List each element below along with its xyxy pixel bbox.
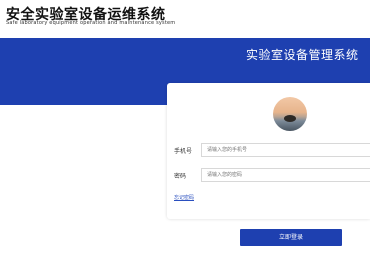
system-title: 实验室设备管理系统 [246,48,359,62]
avatar [273,97,307,131]
avatar-rock [284,115,296,122]
app-subtitle: Safe laboratory equipment operation and … [6,20,176,26]
forgot-password-link[interactable]: 忘记密码 [174,194,194,201]
top-header: 安全实验室设备运维系统 Safe laboratory equipment op… [0,0,370,38]
login-button[interactable]: 立即登录 [240,229,342,246]
phone-input[interactable] [201,143,370,157]
phone-label: 手机号 [174,148,193,155]
password-label: 密码 [174,173,187,180]
password-input[interactable] [201,168,370,182]
